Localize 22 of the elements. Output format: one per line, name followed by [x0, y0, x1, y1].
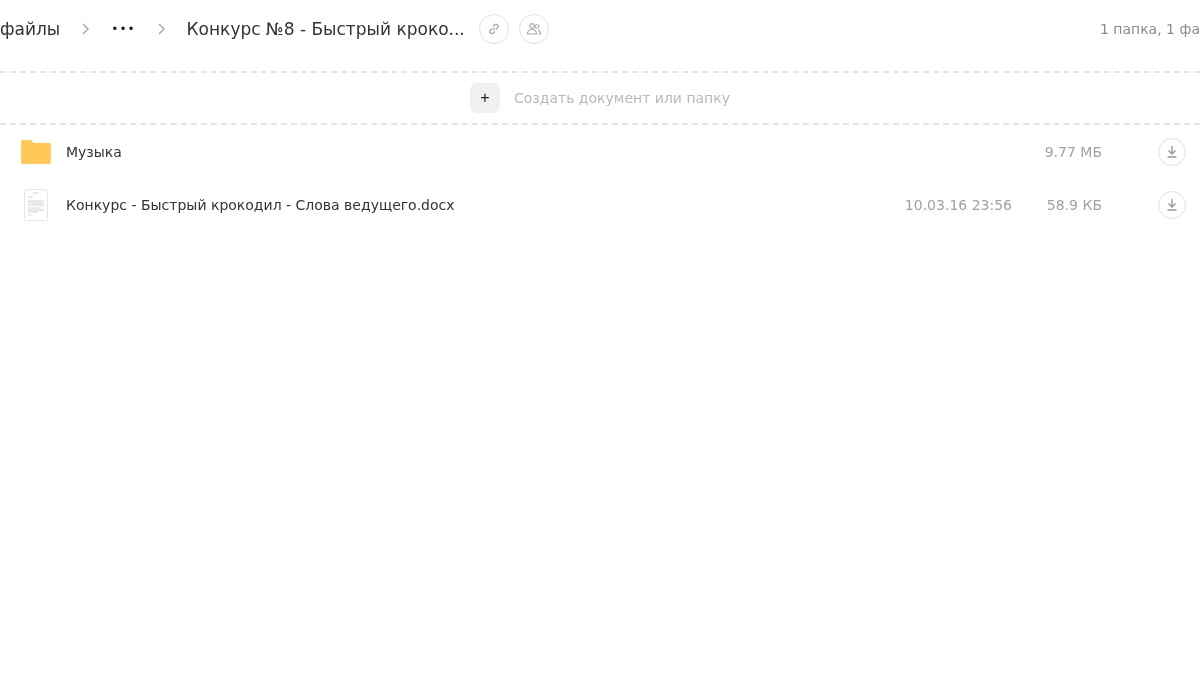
file-name[interactable]: Конкурс - Быстрый крокодил - Слова ведущего.docx — [66, 196, 872, 213]
file-size: 9.77 МБ — [1043, 143, 1102, 160]
chevron-icon — [82, 23, 90, 35]
chevron-icon — [157, 23, 165, 35]
more-breadcrumbs[interactable]: ••• — [111, 22, 136, 36]
modified-date: 10.03.16 23:56 — [903, 196, 1012, 213]
download-button[interactable] — [1158, 190, 1186, 219]
breadcrumb-link[interactable]: файлы — [0, 19, 61, 39]
link-button[interactable] — [478, 14, 509, 44]
folder-title: Конкурс №8 - Быстрый кроко... — [186, 19, 465, 39]
folder-icon — [21, 139, 51, 164]
people-icon — [525, 22, 542, 36]
file-name[interactable]: Музыка — [66, 143, 1012, 160]
add-button[interactable]: + — [469, 83, 500, 113]
item-count: 1 папка, 1 фа — [1099, 21, 1200, 37]
download-button[interactable] — [1158, 137, 1186, 166]
share-button[interactable] — [518, 14, 549, 44]
file-size: 58.9 КБ — [1045, 196, 1102, 213]
download-icon — [1166, 145, 1178, 158]
link-icon — [486, 22, 501, 36]
download-icon — [1166, 198, 1178, 211]
document-thumbnail-icon — [24, 188, 48, 221]
